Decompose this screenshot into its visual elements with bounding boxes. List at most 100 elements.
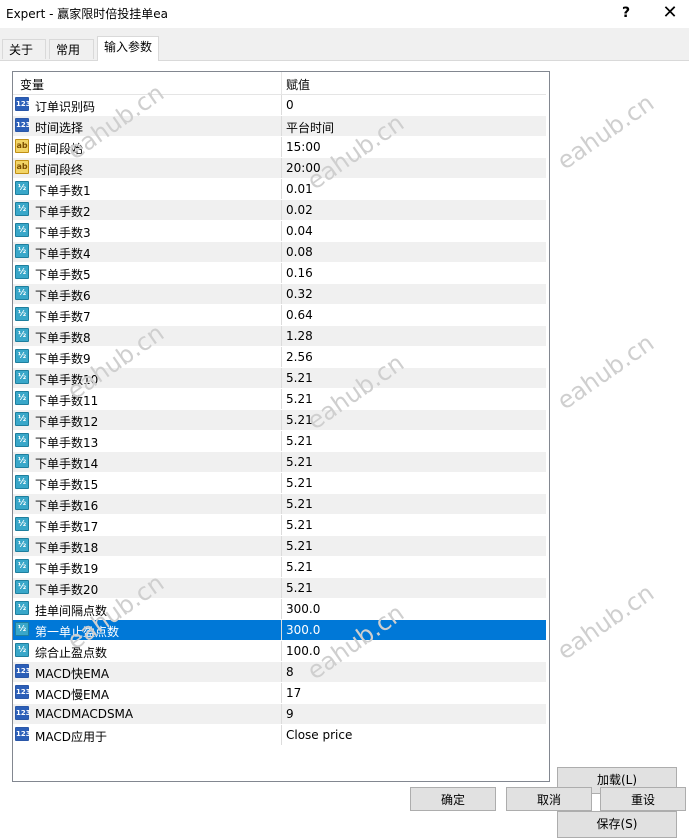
variable-cell[interactable]: ½ 下单手数20 [13, 578, 282, 598]
value-cell[interactable]: 8 [286, 665, 294, 679]
variable-cell[interactable]: ½ 挂单间隔点数 [13, 599, 282, 619]
variable-cell[interactable]: ½ 下单手数18 [13, 536, 282, 556]
value-cell[interactable]: 17 [286, 686, 301, 700]
variable-cell[interactable]: ½ 下单手数2 [13, 200, 282, 220]
variable-cell[interactable]: 123 MACDMACDSMA [13, 704, 282, 724]
variable-cell[interactable]: ½ 下单手数9 [13, 347, 282, 367]
parameter-row[interactable]: 123 时间选择 平台时间 [13, 116, 546, 137]
value-cell[interactable]: 0.08 [286, 245, 313, 259]
parameter-row[interactable]: ½ 第一单止盈点数 300.0 [13, 620, 546, 641]
value-cell[interactable]: 0.04 [286, 224, 313, 238]
variable-cell[interactable]: ½ 下单手数5 [13, 263, 282, 283]
close-button[interactable]: ✕ [650, 2, 689, 24]
variable-cell[interactable]: 123 订单识别码 [13, 95, 282, 115]
variable-cell[interactable]: ½ 下单手数14 [13, 452, 282, 472]
parameter-grid[interactable]: 变量 赋值 123 订单识别码 0 123 时间选择 平台时间 ab 时间段始 15:00 ab 时… [12, 71, 550, 782]
value-cell[interactable]: 5.21 [286, 455, 313, 469]
variable-cell[interactable]: 123 MACD应用于 [13, 725, 282, 745]
parameter-row[interactable]: ½ 下单手数14 5.21 [13, 452, 546, 473]
variable-cell[interactable]: ½ 下单手数8 [13, 326, 282, 346]
tab-about[interactable]: 关于 [2, 39, 46, 59]
parameter-row[interactable]: ½ 下单手数13 5.21 [13, 431, 546, 452]
variable-cell[interactable]: ½ 下单手数7 [13, 305, 282, 325]
variable-cell[interactable]: ½ 下单手数4 [13, 242, 282, 262]
parameter-row[interactable]: ½ 下单手数2 0.02 [13, 200, 546, 221]
parameter-row[interactable]: ab 时间段始 15:00 [13, 137, 546, 158]
tab-inputs[interactable]: 输入参数 [97, 36, 159, 61]
parameter-row[interactable]: ½ 下单手数11 5.21 [13, 389, 546, 410]
help-button[interactable]: ? [606, 2, 646, 24]
ok-button[interactable]: 确定 [410, 787, 496, 811]
value-cell[interactable]: 0.16 [286, 266, 313, 280]
parameter-row[interactable]: 123 MACDMACDSMA 9 [13, 704, 546, 725]
value-cell[interactable]: 5.21 [286, 371, 313, 385]
value-cell[interactable]: 0.32 [286, 287, 313, 301]
reset-button[interactable]: 重设 [600, 787, 686, 811]
value-cell[interactable]: 5.21 [286, 392, 313, 406]
value-cell[interactable]: 5.21 [286, 497, 313, 511]
parameter-row[interactable]: ½ 下单手数20 5.21 [13, 578, 546, 599]
column-header-value[interactable]: 赋值 [286, 76, 310, 93]
variable-cell[interactable]: ab 时间段终 [13, 158, 282, 178]
variable-cell[interactable]: 123 时间选择 [13, 116, 282, 136]
parameter-row[interactable]: ½ 下单手数5 0.16 [13, 263, 546, 284]
parameter-row[interactable]: ½ 下单手数18 5.21 [13, 536, 546, 557]
value-cell[interactable]: 0 [286, 98, 294, 112]
value-cell[interactable]: 平台时间 [286, 119, 334, 136]
parameter-row[interactable]: ½ 挂单间隔点数 300.0 [13, 599, 546, 620]
value-cell[interactable]: 5.21 [286, 560, 313, 574]
parameter-row[interactable]: ½ 下单手数17 5.21 [13, 515, 546, 536]
variable-cell[interactable]: 123 MACD快EMA [13, 662, 282, 682]
parameter-row[interactable]: ½ 下单手数15 5.21 [13, 473, 546, 494]
value-cell[interactable]: 5.21 [286, 413, 313, 427]
parameter-row[interactable]: ½ 下单手数6 0.32 [13, 284, 546, 305]
variable-cell[interactable]: ½ 下单手数15 [13, 473, 282, 493]
variable-cell[interactable]: ab 时间段始 [13, 137, 282, 157]
parameter-row[interactable]: 123 MACD应用于 Close price [13, 725, 546, 746]
parameter-row[interactable]: ½ 下单手数1 0.01 [13, 179, 546, 200]
value-cell[interactable]: 1.28 [286, 329, 313, 343]
parameter-row[interactable]: ½ 下单手数4 0.08 [13, 242, 546, 263]
parameter-row[interactable]: 123 MACD快EMA 8 [13, 662, 546, 683]
variable-cell[interactable]: ½ 下单手数3 [13, 221, 282, 241]
parameter-row[interactable]: ½ 综合止盈点数 100.0 [13, 641, 546, 662]
parameter-row[interactable]: ab 时间段终 20:00 [13, 158, 546, 179]
value-cell[interactable]: 0.64 [286, 308, 313, 322]
parameter-row[interactable]: 123 订单识别码 0 [13, 95, 546, 116]
value-cell[interactable]: 15:00 [286, 140, 321, 154]
variable-cell[interactable]: ½ 下单手数6 [13, 284, 282, 304]
value-cell[interactable]: 5.21 [286, 581, 313, 595]
variable-cell[interactable]: ½ 下单手数19 [13, 557, 282, 577]
parameter-row[interactable]: ½ 下单手数8 1.28 [13, 326, 546, 347]
variable-cell[interactable]: 123 MACD慢EMA [13, 683, 282, 703]
variable-cell[interactable]: ½ 第一单止盈点数 [13, 620, 282, 640]
parameter-row[interactable]: ½ 下单手数12 5.21 [13, 410, 546, 431]
parameter-row[interactable]: ½ 下单手数16 5.21 [13, 494, 546, 515]
variable-cell[interactable]: ½ 综合止盈点数 [13, 641, 282, 661]
variable-cell[interactable]: ½ 下单手数17 [13, 515, 282, 535]
value-cell[interactable]: 5.21 [286, 434, 313, 448]
save-button[interactable]: 保存(S) [557, 811, 677, 838]
value-cell[interactable]: Close price [286, 728, 352, 742]
value-cell[interactable]: 0.01 [286, 182, 313, 196]
value-cell[interactable]: 300.0 [286, 602, 320, 616]
parameter-row[interactable]: ½ 下单手数19 5.21 [13, 557, 546, 578]
variable-cell[interactable]: ½ 下单手数13 [13, 431, 282, 451]
variable-cell[interactable]: ½ 下单手数16 [13, 494, 282, 514]
value-cell[interactable]: 300.0 [286, 623, 320, 637]
column-separator[interactable] [281, 72, 282, 94]
variable-cell[interactable]: ½ 下单手数12 [13, 410, 282, 430]
column-header-variable[interactable]: 变量 [20, 76, 44, 93]
value-cell[interactable]: 9 [286, 707, 294, 721]
parameter-row[interactable]: 123 MACD慢EMA 17 [13, 683, 546, 704]
value-cell[interactable]: 20:00 [286, 161, 321, 175]
variable-cell[interactable]: ½ 下单手数11 [13, 389, 282, 409]
value-cell[interactable]: 5.21 [286, 518, 313, 532]
value-cell[interactable]: 5.21 [286, 539, 313, 553]
value-cell[interactable]: 2.56 [286, 350, 313, 364]
parameter-row[interactable]: ½ 下单手数9 2.56 [13, 347, 546, 368]
value-cell[interactable]: 5.21 [286, 476, 313, 490]
cancel-button[interactable]: 取消 [506, 787, 592, 811]
parameter-row[interactable]: ½ 下单手数3 0.04 [13, 221, 546, 242]
variable-cell[interactable]: ½ 下单手数1 [13, 179, 282, 199]
